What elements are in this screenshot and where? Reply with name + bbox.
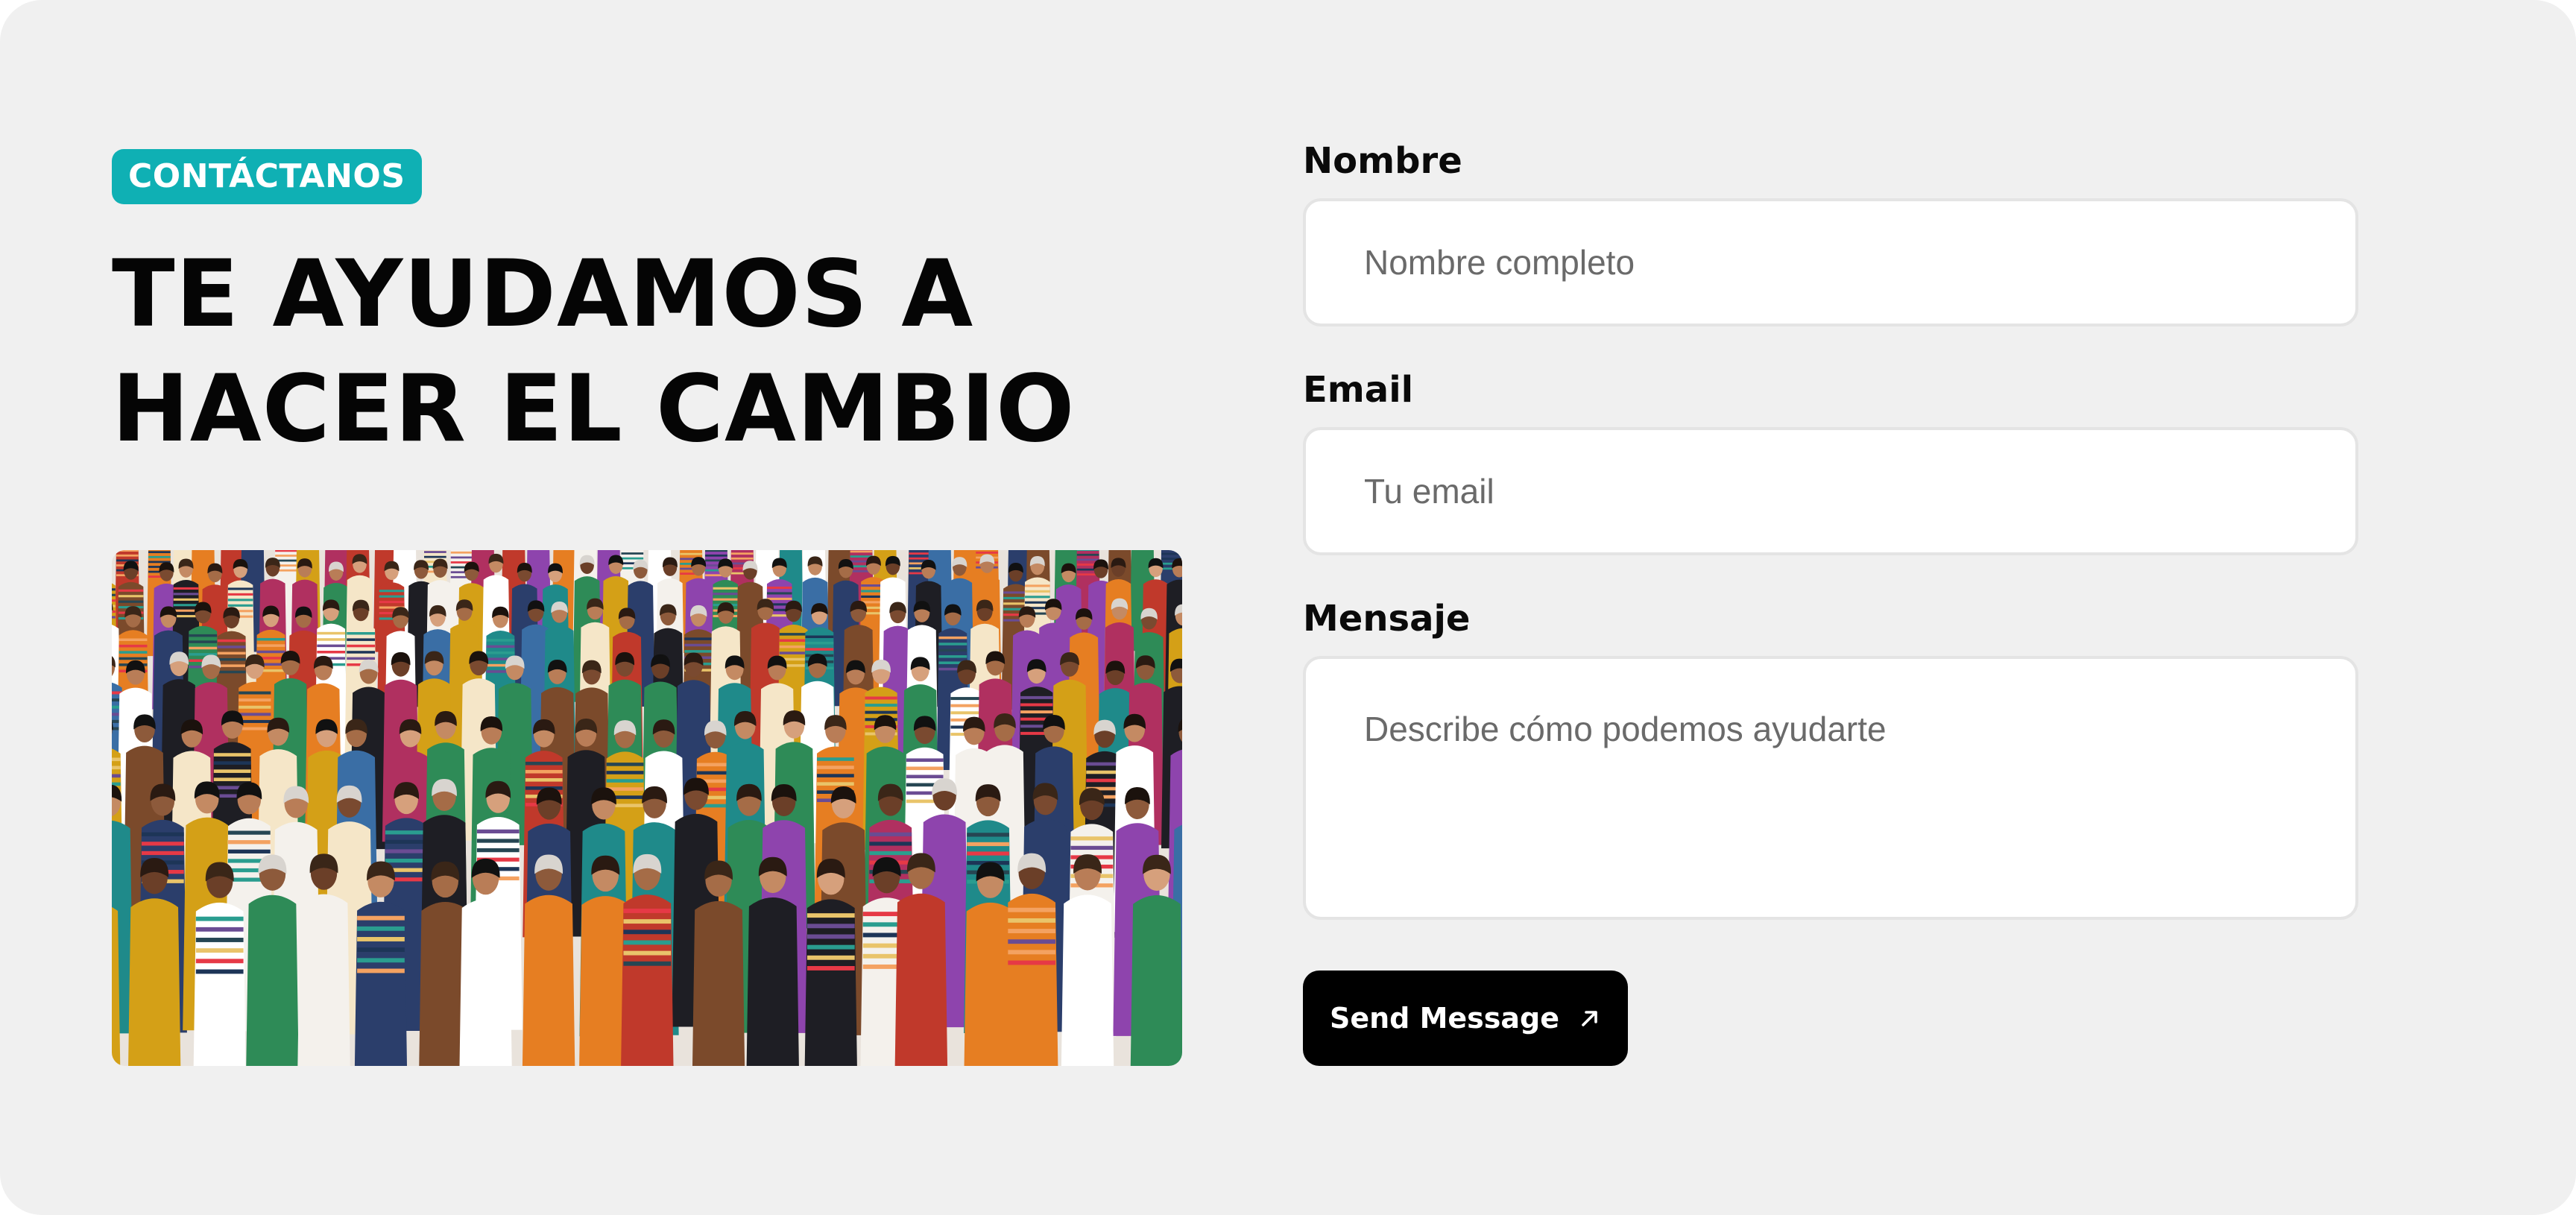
title-line-1: TE AYUDAMOS A <box>112 241 974 348</box>
page-title: TE AYUDAMOS A HACER EL CAMBIO <box>112 237 1193 467</box>
name-label: Nombre <box>1303 140 1462 182</box>
contact-badge: CONTÁCTANOS <box>112 149 422 204</box>
message-label: Mensaje <box>1303 598 1471 640</box>
email-input[interactable] <box>1303 427 2358 555</box>
name-input[interactable] <box>1303 198 2358 326</box>
message-textarea[interactable] <box>1303 656 2358 920</box>
arrow-up-right-icon <box>1579 1007 1601 1029</box>
email-label: Email <box>1303 369 1414 411</box>
contact-card: CONTÁCTANOS TE AYUDAMOS A HACER EL CAMBI… <box>0 0 2576 1215</box>
send-message-label: Send Message <box>1329 1002 1560 1035</box>
crowd-image <box>112 550 1182 1066</box>
send-message-button[interactable]: Send Message <box>1303 971 1628 1066</box>
title-line-2: HACER EL CAMBIO <box>112 356 1076 463</box>
